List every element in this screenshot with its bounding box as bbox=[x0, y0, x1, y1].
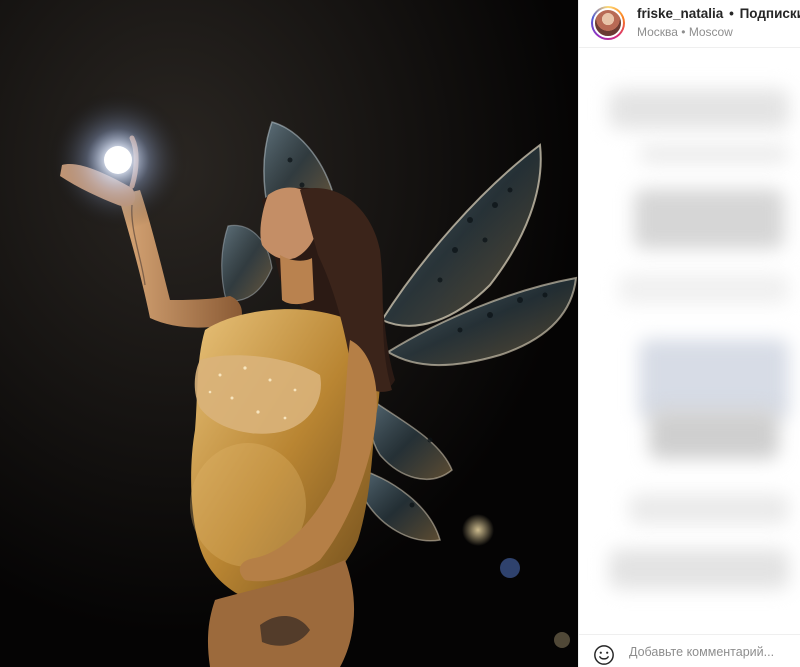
photo-illustration bbox=[0, 0, 578, 667]
avatar-image bbox=[593, 8, 623, 38]
post-details-panel: friske_natalia • Подписки Москва • Mosco… bbox=[578, 0, 800, 667]
blurred-block bbox=[634, 189, 784, 249]
header-line: friske_natalia • Подписки bbox=[637, 6, 800, 21]
blurred-comments-area bbox=[579, 49, 800, 633]
location-link[interactable]: Москва • Moscow bbox=[637, 25, 799, 39]
blurred-block bbox=[649, 409, 779, 459]
blurred-block bbox=[639, 144, 789, 164]
blurred-block bbox=[639, 339, 789, 419]
blurred-block bbox=[629, 494, 789, 524]
username-link[interactable]: friske_natalia bbox=[637, 6, 723, 21]
follow-button[interactable]: Подписки bbox=[740, 6, 800, 21]
blurred-block bbox=[609, 89, 789, 129]
separator-dot: • bbox=[729, 6, 734, 21]
blurred-block bbox=[609, 549, 789, 589]
post-header: friske_natalia • Подписки Москва • Mosco… bbox=[579, 0, 800, 48]
smiley-face-icon[interactable] bbox=[593, 644, 615, 666]
comment-bar bbox=[579, 634, 800, 667]
profile-avatar[interactable] bbox=[591, 6, 625, 40]
blurred-block bbox=[619, 274, 789, 304]
post-photo[interactable] bbox=[0, 0, 578, 667]
comment-input[interactable] bbox=[629, 642, 797, 662]
post-header-text: friske_natalia • Подписки Москва • Mosco… bbox=[637, 6, 800, 39]
